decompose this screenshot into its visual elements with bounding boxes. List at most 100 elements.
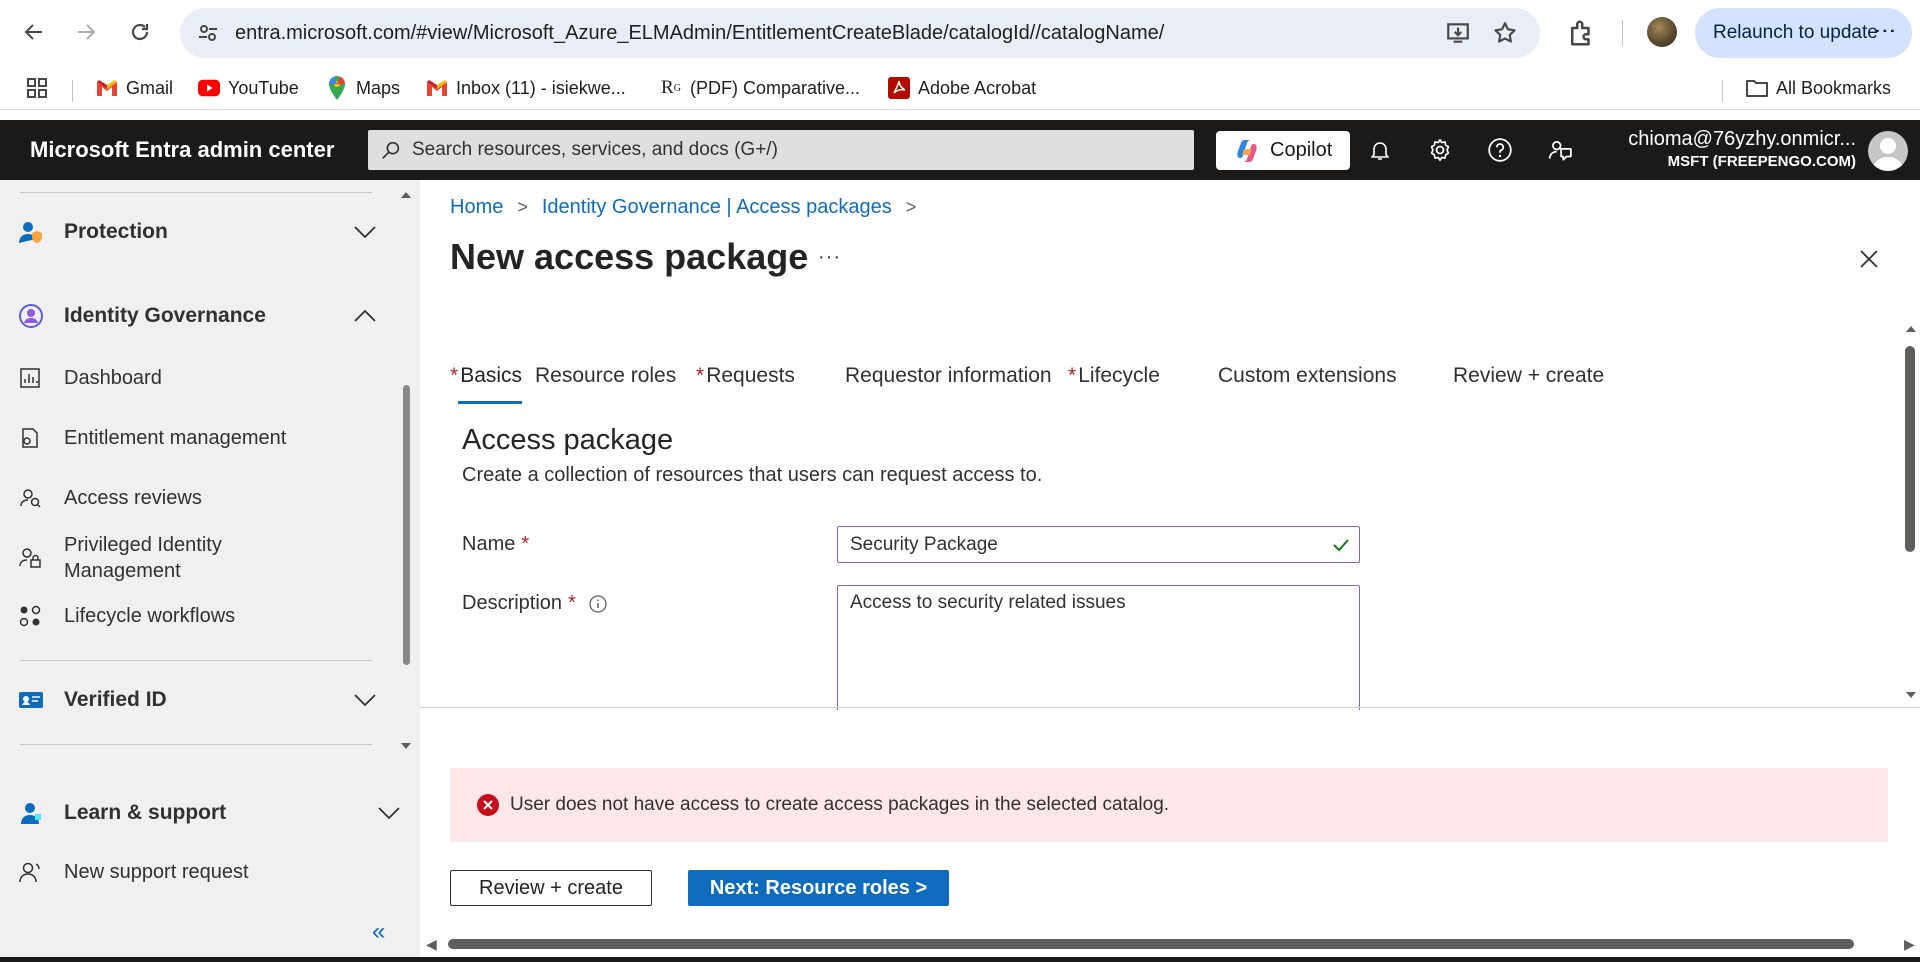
scroll-right-arrow-icon[interactable]: ▶ [1904, 936, 1915, 953]
settings-gear-icon[interactable] [1424, 134, 1456, 166]
browser-toolbar: entra.microsoft.com/#view/Microsoft_Azur… [0, 0, 1920, 66]
bookmark-adobe-acrobat[interactable]: Adobe Acrobat [888, 75, 1036, 101]
tab-review-create[interactable]: Review + create [1453, 364, 1604, 404]
forward-arrow-icon[interactable] [68, 14, 104, 50]
chevron-down-icon[interactable] [352, 219, 378, 245]
breadcrumb-home[interactable]: Home [450, 196, 503, 219]
account-tenant: MSFT (FREEPENGO.COM) [1667, 153, 1856, 170]
help-question-icon[interactable] [1484, 134, 1516, 166]
nav-item-lifecycle-workflows[interactable]: Lifecycle workflows [0, 598, 400, 634]
nav-section-verified-id[interactable]: Verified ID [0, 675, 400, 725]
description-label: Description * [462, 592, 608, 615]
bookmark-pdf-comparative[interactable]: RG (PDF) Comparative... [660, 75, 860, 101]
chevron-up-icon[interactable] [352, 303, 378, 329]
name-label: Name * [462, 533, 530, 555]
copilot-label: Copilot [1270, 139, 1333, 161]
global-search[interactable] [368, 130, 1194, 170]
support-person-icon [19, 862, 40, 883]
error-x-icon [477, 794, 499, 816]
horizontal-scroll-thumb[interactable] [448, 939, 1854, 949]
browser-menu-icon[interactable]: ⋮ [1873, 20, 1898, 40]
nav-item-access-reviews[interactable]: Access reviews [0, 480, 400, 516]
section-description: Create a collection of resources that us… [462, 464, 1043, 486]
next-resource-roles-button[interactable]: Next: Resource roles > [688, 870, 949, 906]
chevron-right-icon: > [905, 197, 917, 217]
info-icon[interactable] [588, 594, 608, 614]
account-avatar[interactable] [1868, 131, 1908, 171]
bookmark-inbox[interactable]: Inbox (11) - isiekwe... [426, 75, 626, 101]
protection-user-icon [19, 222, 42, 243]
nav-item-dashboard[interactable]: Dashboard [0, 360, 400, 396]
copilot-icon [1237, 139, 1257, 162]
collapse-nav-button[interactable]: « [372, 918, 385, 946]
account-info[interactable]: chioma@76yzhy.onmicr... MSFT (FREEPENGO.… [1610, 128, 1856, 170]
relaunch-label: Relaunch to update [1713, 22, 1878, 43]
tab-requestor-information[interactable]: Requestor information [845, 364, 1052, 404]
copilot-button[interactable]: Copilot [1216, 131, 1350, 170]
profile-avatar[interactable] [1647, 17, 1677, 47]
more-options-button[interactable]: ··· [818, 246, 841, 269]
pim-label-line1: Privileged Identity [64, 534, 222, 556]
address-bar[interactable]: entra.microsoft.com/#view/Microsoft_Azur… [180, 8, 1540, 58]
bookmark-maps[interactable]: Maps [326, 75, 400, 101]
tab-lifecycle[interactable]: *Lifecycle [1068, 364, 1160, 404]
breadcrumb: Home > Identity Governance | Access pack… [450, 196, 930, 219]
breadcrumb-access-packages[interactable]: Identity Governance | Access packages [542, 196, 892, 219]
description-field[interactable]: Access to security related issues [837, 585, 1360, 710]
chevron-down-icon[interactable] [376, 800, 402, 826]
horizontal-scrollbar[interactable]: ◀ ▶ [420, 934, 1920, 954]
apps-grid-icon[interactable] [26, 75, 48, 101]
chevron-down-icon[interactable] [352, 687, 378, 713]
tab-resource-roles[interactable]: Resource roles [535, 364, 676, 404]
bookmarks-divider [72, 80, 73, 102]
youtube-icon [198, 77, 220, 99]
nav-scroll-thumb[interactable] [403, 385, 410, 665]
description-textarea[interactable]: Access to security related issues [850, 592, 1350, 707]
bookmark-label: (PDF) Comparative... [690, 77, 861, 98]
page-title: New access package [450, 236, 809, 277]
nav-section-learn-support[interactable]: Learn & support [0, 788, 420, 838]
tab-basics[interactable]: *Basics [450, 364, 523, 404]
access-reviews-icon [20, 489, 41, 508]
all-bookmarks[interactable]: All Bookmarks [1746, 75, 1891, 101]
bookmark-star-icon[interactable] [1492, 20, 1518, 46]
bookmark-gmail[interactable]: Gmail [96, 75, 173, 101]
review-create-button[interactable]: Review + create [450, 870, 652, 906]
notifications-bell-icon[interactable] [1364, 134, 1396, 166]
close-icon[interactable] [1854, 244, 1884, 274]
site-info-icon[interactable] [196, 21, 220, 45]
bookmarks-divider [1722, 80, 1723, 102]
name-field[interactable] [837, 526, 1360, 563]
bookmark-label: Maps [356, 77, 401, 98]
url-text[interactable]: entra.microsoft.com/#view/Microsoft_Azur… [235, 22, 1164, 45]
scroll-left-arrow-icon[interactable]: ◀ [426, 936, 437, 953]
nav-section-identity-governance[interactable]: Identity Governance [0, 291, 400, 341]
search-input[interactable] [412, 130, 1182, 170]
nav-item-privileged-identity-management[interactable]: Privileged Identity Management [0, 530, 400, 586]
toolbar-divider [1622, 20, 1623, 46]
bookmark-youtube[interactable]: YouTube [198, 75, 299, 101]
reload-icon[interactable] [122, 14, 158, 50]
tab-requests[interactable]: *Requests [696, 364, 795, 404]
gmail-icon [96, 77, 118, 99]
nav-item-label: Lifecycle workflows [64, 605, 236, 627]
back-arrow-icon[interactable] [16, 14, 52, 50]
nav-item-entitlement-management[interactable]: Entitlement management [0, 420, 400, 456]
name-input[interactable] [850, 527, 1320, 562]
taskbar-edge [0, 957, 1920, 962]
feedback-icon[interactable] [1544, 134, 1576, 166]
content-scroll-thumb[interactable] [1905, 346, 1915, 552]
portal-title[interactable]: Microsoft Entra admin center [30, 137, 334, 163]
install-app-icon[interactable] [1445, 20, 1471, 46]
checkmark-icon [1333, 539, 1349, 552]
relaunch-button[interactable]: Relaunch to update ⋮ [1695, 8, 1912, 58]
all-bookmarks-label: All Bookmarks [1776, 77, 1892, 98]
section-heading: Access package [462, 424, 674, 456]
nav-item-label: Entitlement management [64, 427, 287, 449]
extensions-icon[interactable] [1566, 18, 1596, 48]
tab-custom-extensions[interactable]: Custom extensions [1218, 364, 1397, 404]
nav-section-protection[interactable]: Protection [0, 207, 400, 257]
nav-item-new-support-request[interactable]: New support request [0, 854, 400, 890]
main-blade: Home > Identity Governance | Access pack… [420, 180, 1920, 962]
bookmark-label: Adobe Acrobat [918, 77, 1037, 98]
